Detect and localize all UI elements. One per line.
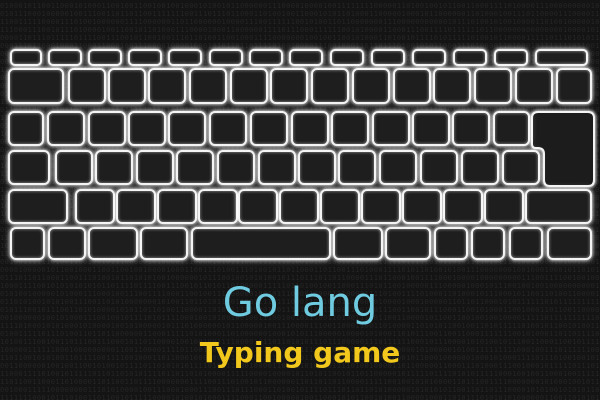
keyboard-key	[8, 189, 68, 224]
keyboard-key	[452, 111, 490, 146]
keyboard-key	[8, 111, 44, 146]
keyboard-key	[547, 227, 592, 260]
keyboard-key	[279, 189, 319, 224]
keyboard-key	[217, 150, 255, 185]
typing-game-banner: 0100010110011000101000110010011001001001…	[0, 0, 600, 400]
keyboard-key	[8, 68, 64, 104]
keyboard-key	[515, 68, 553, 104]
app-subtitle: Typing game	[199, 336, 401, 369]
keyboard-key	[68, 68, 106, 104]
keyboard-key	[10, 49, 42, 66]
keyboard-key	[412, 49, 446, 66]
keyboard-key	[189, 68, 227, 104]
keyboard-key	[352, 68, 390, 104]
keyboard-key	[230, 68, 268, 104]
keyboard-key	[330, 49, 364, 66]
keyboard-key	[484, 189, 524, 224]
keyboard-key	[8, 150, 50, 185]
keyboard-key	[88, 111, 126, 146]
keyboard-key	[249, 49, 283, 66]
keyboard-key	[385, 227, 431, 260]
keyboard-key	[291, 111, 329, 146]
keyboard-key	[55, 150, 93, 185]
keyboard-key	[502, 150, 540, 185]
app-title: Go lang	[222, 280, 378, 326]
keyboard-key	[47, 111, 85, 146]
keyboard-key	[140, 227, 188, 260]
keyboard-key	[420, 150, 458, 185]
keyboard-key	[393, 68, 431, 104]
keyboard-key	[379, 150, 417, 185]
keyboard-key	[270, 68, 308, 104]
keyboard-key	[412, 111, 450, 146]
keyboard-key	[238, 189, 278, 224]
keyboard-key	[509, 227, 543, 260]
keyboard-key	[371, 49, 405, 66]
keyboard-illustration	[0, 0, 600, 270]
keyboard-key	[148, 68, 186, 104]
keyboard-key	[556, 68, 592, 104]
keyboard-key	[333, 227, 383, 260]
keyboard-key	[461, 150, 499, 185]
keyboard-key	[198, 189, 238, 224]
keyboard-key	[88, 227, 138, 260]
keyboard-key	[209, 111, 247, 146]
keyboard-key	[95, 150, 133, 185]
keyboard-key	[168, 49, 202, 66]
keyboard-key	[168, 111, 206, 146]
keyboard-key	[116, 189, 156, 224]
keyboard-key	[191, 227, 331, 260]
keyboard-key	[372, 111, 410, 146]
keyboard-key	[128, 111, 166, 146]
keyboard-key	[298, 150, 336, 185]
keyboard-key	[48, 227, 86, 260]
keyboard-key	[474, 68, 512, 104]
keyboard-key	[320, 189, 360, 224]
keyboard-key	[258, 150, 296, 185]
keyboard-key	[10, 227, 45, 260]
keyboard-key	[88, 49, 122, 66]
keyboard-key	[75, 189, 115, 224]
keyboard-key	[128, 49, 162, 66]
keyboard-key	[434, 227, 468, 260]
keyboard-key	[443, 189, 483, 224]
keyboard-key	[289, 49, 323, 66]
keyboard-key	[157, 189, 197, 224]
keyboard-key	[493, 111, 530, 146]
keyboard-key	[338, 150, 376, 185]
keyboard-key	[494, 49, 528, 66]
keyboard-key	[209, 49, 243, 66]
keyboard-key	[108, 68, 146, 104]
keyboard-key	[176, 150, 214, 185]
keyboard-key	[402, 189, 442, 224]
keyboard-key	[250, 111, 288, 146]
keyboard-key	[361, 189, 401, 224]
keyboard-key	[525, 189, 592, 224]
keyboard-key	[535, 49, 588, 66]
keyboard-key	[311, 68, 349, 104]
keyboard-key	[471, 227, 505, 260]
keyboard-key	[331, 111, 369, 146]
keyboard-key	[136, 150, 174, 185]
keyboard-key	[453, 49, 487, 66]
keyboard-key	[48, 49, 82, 66]
keyboard-key	[433, 68, 471, 104]
